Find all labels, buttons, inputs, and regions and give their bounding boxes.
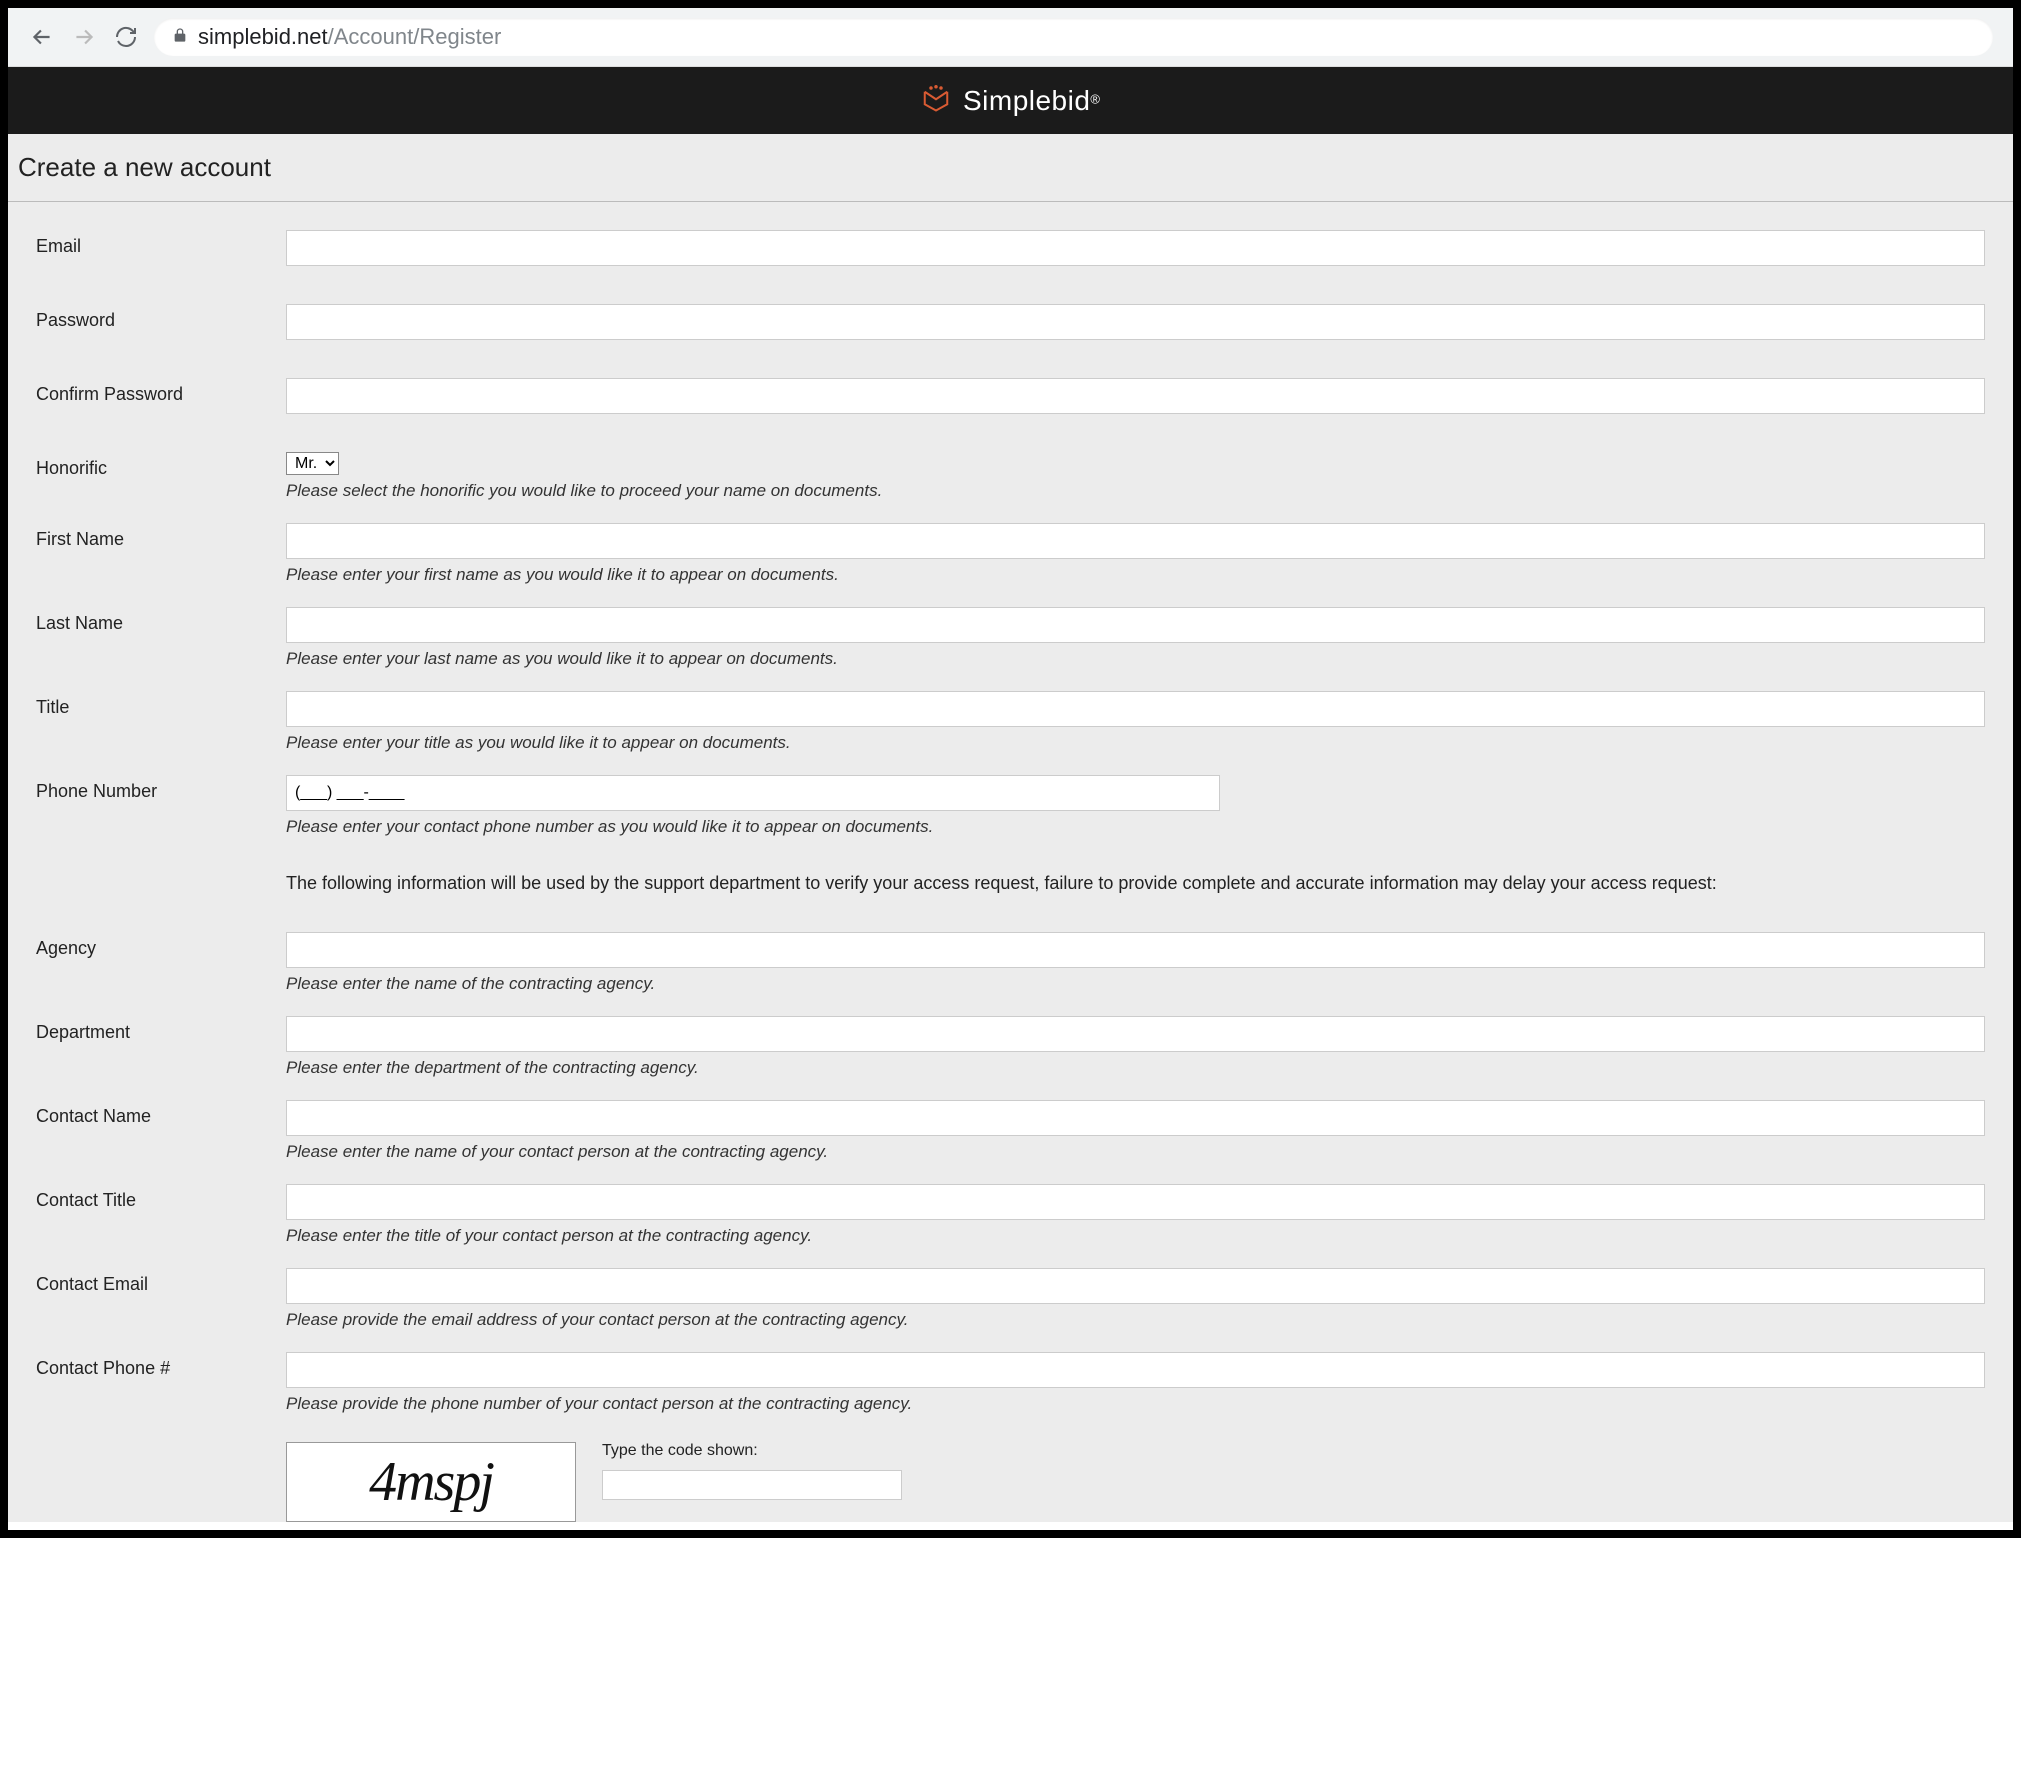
captcha-input[interactable]: [602, 1470, 902, 1500]
phone-field[interactable]: [286, 775, 1220, 811]
department-hint: Please enter the department of the contr…: [286, 1058, 1985, 1078]
confirm-password-field[interactable]: [286, 378, 1985, 414]
password-field[interactable]: [286, 304, 1985, 340]
email-label: Email: [36, 230, 286, 257]
url-domain: simplebid.net: [198, 24, 328, 49]
captcha-label: Type the code shown:: [602, 1442, 902, 1460]
contact-email-field[interactable]: [286, 1268, 1985, 1304]
contact-name-hint: Please enter the name of your contact pe…: [286, 1142, 1985, 1162]
page-title: Create a new account: [8, 152, 2013, 202]
contact-title-field[interactable]: [286, 1184, 1985, 1220]
forward-button[interactable]: [70, 23, 98, 51]
brand-logo[interactable]: Simplebid®: [921, 83, 1100, 118]
agency-field[interactable]: [286, 932, 1985, 968]
title-field[interactable]: [286, 691, 1985, 727]
contact-email-hint: Please provide the email address of your…: [286, 1310, 1985, 1330]
contact-phone-field[interactable]: [286, 1352, 1985, 1388]
lock-icon: [172, 27, 188, 48]
honorific-select[interactable]: Mr.: [286, 452, 339, 475]
page-body: Create a new account Email Password Conf…: [8, 134, 2013, 1522]
honorific-label: Honorific: [36, 452, 286, 479]
registration-form: Email Password Confirm Password Honorifi…: [8, 230, 2013, 1522]
title-label: Title: [36, 691, 286, 718]
phone-label: Phone Number: [36, 775, 286, 802]
contact-email-label: Contact Email: [36, 1268, 286, 1295]
reload-button[interactable]: [112, 23, 140, 51]
department-field[interactable]: [286, 1016, 1985, 1052]
title-hint: Please enter your title as you would lik…: [286, 733, 1985, 753]
url-path: /Account/Register: [328, 24, 502, 49]
contact-name-label: Contact Name: [36, 1100, 286, 1127]
phone-hint: Please enter your contact phone number a…: [286, 817, 1985, 837]
brand-name: Simplebid: [963, 85, 1090, 116]
browser-toolbar: simplebid.net/Account/Register: [8, 8, 2013, 67]
contact-title-label: Contact Title: [36, 1184, 286, 1211]
first-name-field[interactable]: [286, 523, 1985, 559]
registered-mark: ®: [1090, 91, 1100, 106]
password-label: Password: [36, 304, 286, 331]
honorific-hint: Please select the honorific you would li…: [286, 481, 1985, 501]
email-field[interactable]: [286, 230, 1985, 266]
last-name-label: Last Name: [36, 607, 286, 634]
last-name-hint: Please enter your last name as you would…: [286, 649, 1985, 669]
last-name-field[interactable]: [286, 607, 1985, 643]
envelope-icon: [921, 83, 951, 118]
address-bar[interactable]: simplebid.net/Account/Register: [154, 18, 1993, 56]
back-button[interactable]: [28, 23, 56, 51]
first-name-label: First Name: [36, 523, 286, 550]
confirm-password-label: Confirm Password: [36, 378, 286, 405]
first-name-hint: Please enter your first name as you woul…: [286, 565, 1985, 585]
agency-label: Agency: [36, 932, 286, 959]
app-header: Simplebid®: [8, 67, 2013, 134]
agency-hint: Please enter the name of the contracting…: [286, 974, 1985, 994]
support-info-text: The following information will be used b…: [286, 873, 1985, 894]
contact-phone-hint: Please provide the phone number of your …: [286, 1394, 1985, 1414]
captcha-image: 4mspj: [286, 1442, 576, 1522]
contact-title-hint: Please enter the title of your contact p…: [286, 1226, 1985, 1246]
department-label: Department: [36, 1016, 286, 1043]
contact-phone-label: Contact Phone #: [36, 1352, 286, 1379]
contact-name-field[interactable]: [286, 1100, 1985, 1136]
